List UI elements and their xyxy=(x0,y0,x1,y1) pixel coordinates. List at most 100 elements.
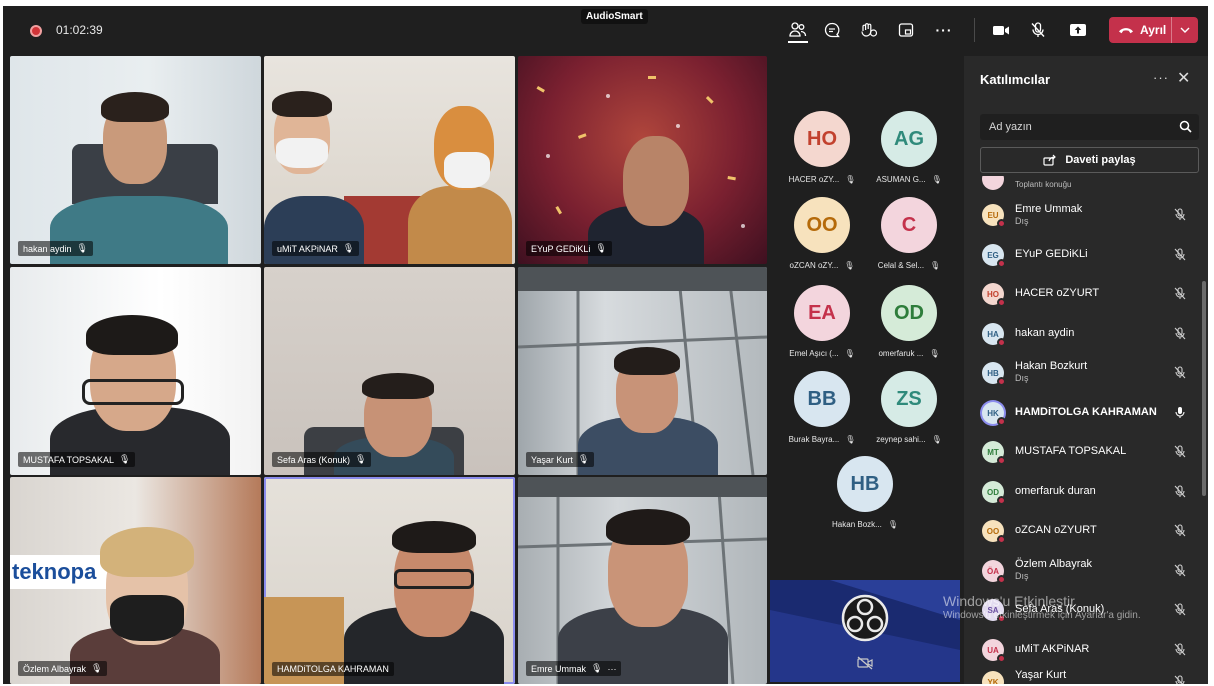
participant-row[interactable]: EU Emre Ummak Dış xyxy=(980,198,1194,230)
participant-row[interactable]: HA hakan aydin xyxy=(980,317,1194,349)
participant-row[interactable]: EG EYuP GEDiKLi xyxy=(980,238,1194,270)
person-hair xyxy=(362,373,434,399)
close-icon[interactable]: ✕ xyxy=(1177,68,1190,88)
person-hair xyxy=(100,527,194,577)
avatar-tile[interactable]: BB Burak Bayra... 🎙︎ xyxy=(780,371,864,444)
participant-row[interactable]: HO HACER oZYURT xyxy=(980,277,1194,309)
avatar: HB xyxy=(837,456,893,512)
tile-more-icon[interactable]: ··· xyxy=(607,664,616,674)
face-mask xyxy=(444,152,490,188)
avatar-tile[interactable]: ZS zeynep sahi... 🎙︎ xyxy=(867,371,951,444)
leave-divider xyxy=(1171,17,1172,43)
participant-search[interactable] xyxy=(980,114,1199,140)
glasses xyxy=(82,379,184,405)
video-tile[interactable]: uMiT AKPiNAR 🎙︎ xyxy=(264,56,515,264)
search-icon[interactable] xyxy=(1179,120,1192,133)
avatar: C xyxy=(881,197,937,253)
video-tile-label: Özlem Albayrak 🎙︎ xyxy=(18,661,108,676)
chevron-down-icon[interactable] xyxy=(1172,27,1198,33)
video-tile[interactable]: teknopa Özlem Albayrak 🎙︎ xyxy=(10,477,261,684)
participant-row[interactable]: Toplantı konuğu xyxy=(980,176,1194,194)
participant-row[interactable]: ÖA Özlem Albayrak Dış xyxy=(980,554,1194,586)
avatar-name: Burak Bayra... xyxy=(788,435,840,444)
mic-muted-icon: 🎙︎ xyxy=(91,663,103,673)
participant-row-speaking[interactable]: HK HAMDiTOLGA KAHRAMAN xyxy=(980,396,1194,428)
rooms-icon[interactable] xyxy=(892,17,920,43)
video-tile-label: hakan aydin 🎙︎ xyxy=(18,241,93,256)
mic-muted-icon xyxy=(1174,564,1186,577)
avatar-tile[interactable]: C Celal & Sel... 🎙︎ xyxy=(867,197,951,270)
reactions-icon[interactable] xyxy=(855,17,883,43)
mic-on-icon xyxy=(1175,407,1185,418)
mic-muted-icon: 🎙︎ xyxy=(887,520,898,529)
more-icon[interactable]: ··· xyxy=(930,17,958,43)
avatar: HK xyxy=(982,402,1006,426)
participant-row[interactable]: OO oZCAN oZYURT xyxy=(980,514,1194,546)
panel-scrollbar[interactable] xyxy=(1202,281,1206,496)
mic-muted-icon: 🎙︎ xyxy=(845,435,856,444)
status-dot xyxy=(997,614,1006,623)
toolbar-divider xyxy=(974,18,975,42)
avatar: EA xyxy=(794,285,850,341)
video-tile[interactable]: Yaşar Kurt 🎙︎ xyxy=(518,267,767,475)
mic-muted-icon xyxy=(1174,208,1186,221)
mic-muted-icon: 🎙︎ xyxy=(342,243,355,253)
video-tile[interactable]: Emre Ummak 🎙︎ ··· xyxy=(518,477,767,684)
status-dot xyxy=(997,298,1006,307)
participant-row[interactable]: YK Yaşar Kurt xyxy=(980,665,1194,684)
video-tile[interactable]: MUSTAFA TOPSAKAL 🎙︎ xyxy=(10,267,261,475)
avatar-name: HACER oZY... xyxy=(788,175,840,184)
video-tile[interactable]: Sefa Aras (Konuk) 🎙︎ xyxy=(264,267,515,475)
participant-row[interactable]: MT MUSTAFA TOPSAKAL xyxy=(980,435,1194,467)
screen-share-preview[interactable] xyxy=(770,580,960,682)
mic-muted-icon: 🎙︎ xyxy=(845,175,856,184)
mic-muted-icon xyxy=(1174,675,1185,684)
panel-title: Katılımcılar xyxy=(980,72,1051,87)
participant-row[interactable]: UA uMiT AKPiNAR xyxy=(980,633,1194,665)
avatar: OD xyxy=(982,481,1006,505)
obs-logo-icon xyxy=(841,594,889,642)
mic-muted-icon[interactable] xyxy=(1024,17,1052,43)
avatar: HB xyxy=(982,362,1006,386)
video-tile[interactable]: EYuP GEDiKLi 🎙︎ xyxy=(518,56,767,264)
video-tile-active-speaker[interactable]: HAMDiTOLGA KAHRAMAN xyxy=(264,477,515,684)
search-input[interactable] xyxy=(980,114,1170,140)
camera-icon[interactable] xyxy=(987,17,1015,43)
participant-row[interactable]: HB Hakan Bozkurt Dış xyxy=(980,356,1194,388)
participant-row[interactable]: OD omerfaruk duran xyxy=(980,475,1194,507)
people-icon[interactable] xyxy=(784,17,812,43)
avatar-tile[interactable]: AG ASUMAN G... 🎙︎ xyxy=(867,111,951,184)
avatar-tile[interactable]: OO oZCAN oZY... 🎙︎ xyxy=(780,197,864,270)
participant-name: EYuP GEDiKLi xyxy=(1015,248,1088,260)
participant-name: uMiT AKPiNAR xyxy=(1015,643,1090,655)
avatar-tile[interactable]: HB Hakan Bozk... 🎙︎ xyxy=(823,456,907,529)
avatar-name: oZCAN oZY... xyxy=(789,261,839,270)
panel-more-icon[interactable]: ··· xyxy=(1153,70,1169,85)
chat-icon[interactable] xyxy=(818,17,846,43)
mic-muted-icon xyxy=(1174,603,1186,616)
leave-button[interactable]: Ayrıl xyxy=(1109,17,1198,43)
mic-muted-icon: 🎙︎ xyxy=(929,349,940,358)
leave-main[interactable]: Ayrıl xyxy=(1109,23,1171,37)
camera-off-icon xyxy=(857,656,873,670)
share-icon[interactable] xyxy=(1064,17,1092,43)
avatar-tile[interactable]: EA Emel Aşıcı (... 🎙︎ xyxy=(780,285,864,358)
video-tile-label: MUSTAFA TOPSAKAL 🎙︎ xyxy=(18,452,136,467)
mic-muted-icon: 🎙︎ xyxy=(355,454,367,464)
share-invite-button[interactable]: Daveti paylaş xyxy=(980,147,1199,173)
avatar: HO xyxy=(982,283,1006,307)
person-hair xyxy=(272,91,332,117)
avatar: SA xyxy=(982,599,1006,623)
avatar: AG xyxy=(881,111,937,167)
mic-muted-icon: 🎙︎ xyxy=(844,261,855,270)
avatar-name: omerfaruk ... xyxy=(878,349,924,358)
avatar: YK xyxy=(982,671,1004,684)
avatar-tile[interactable]: HO HACER oZY... 🎙︎ xyxy=(780,111,864,184)
avatar-tile[interactable]: OD omerfaruk ... 🎙︎ xyxy=(867,285,951,358)
participant-list: Toplantı konuğu EU Emre Ummak Dış EG EYu… xyxy=(964,176,1208,684)
person-hair xyxy=(392,521,476,553)
participant-row[interactable]: SA Sefa Aras (Konuk) xyxy=(980,593,1194,625)
mic-muted-icon xyxy=(1174,643,1186,656)
participant-name: omerfaruk duran xyxy=(1015,485,1096,497)
video-tile[interactable]: hakan aydin 🎙︎ xyxy=(10,56,261,264)
